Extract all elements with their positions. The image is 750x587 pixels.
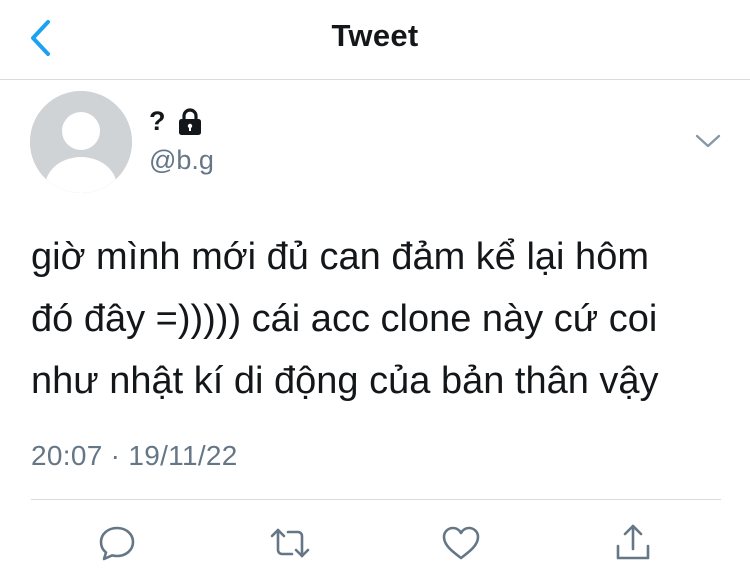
share-button[interactable] bbox=[610, 520, 656, 566]
like-button[interactable] bbox=[438, 520, 484, 566]
author-handle[interactable]: @b.g bbox=[149, 145, 214, 176]
tweet-timestamp[interactable]: 20:07 · 19/11/22 bbox=[31, 440, 238, 472]
tweet-detail-screen: Tweet ? @b.g giờ mình mới đủ can đảm kể … bbox=[0, 0, 750, 587]
default-avatar-icon bbox=[30, 91, 132, 193]
retweet-icon bbox=[270, 528, 310, 558]
author-display-name: ? bbox=[149, 106, 166, 136]
chevron-down-icon bbox=[695, 134, 721, 148]
top-nav-bar: Tweet bbox=[0, 0, 750, 80]
tweet-action-bar bbox=[0, 520, 750, 570]
tweet-text: giờ mình mới đủ can đảm kể lại hôm đó đâ… bbox=[31, 236, 659, 402]
page-title: Tweet bbox=[331, 18, 419, 53]
retweet-button[interactable] bbox=[267, 520, 313, 566]
heart-icon bbox=[442, 526, 480, 560]
reply-button[interactable] bbox=[94, 520, 140, 566]
divider bbox=[31, 499, 721, 500]
author-name-row[interactable]: ? bbox=[149, 106, 204, 137]
tweet-options-button[interactable] bbox=[690, 126, 726, 156]
reply-icon bbox=[99, 526, 135, 561]
avatar[interactable] bbox=[30, 91, 132, 193]
share-icon bbox=[616, 524, 650, 560]
lock-icon bbox=[178, 107, 201, 135]
